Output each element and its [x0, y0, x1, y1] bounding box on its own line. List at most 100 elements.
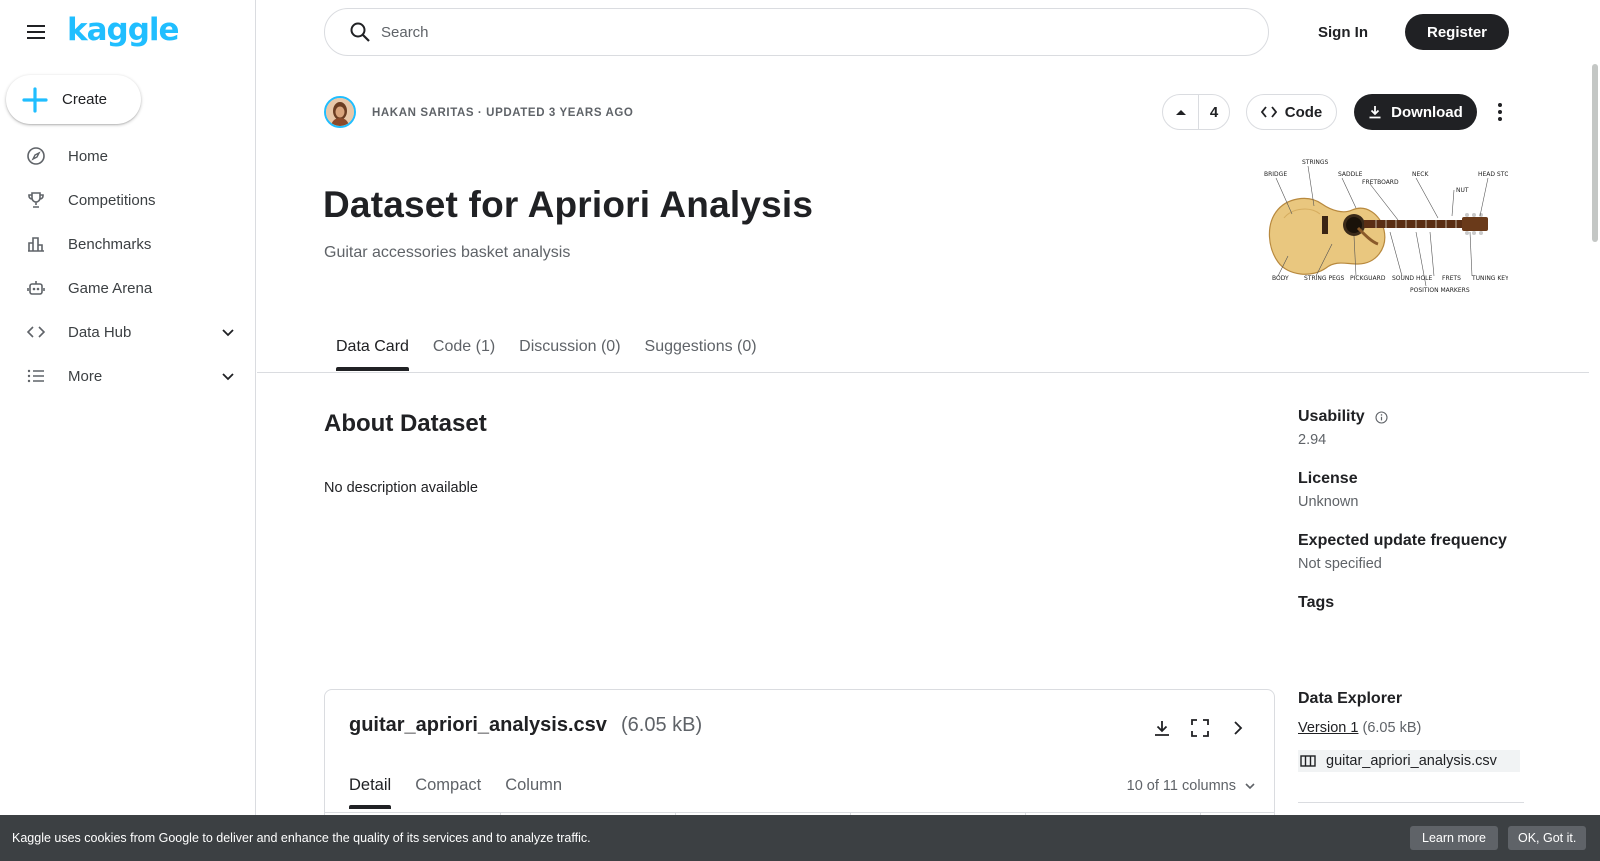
- update-frequency-value: Not specified: [1298, 556, 1382, 572]
- more-options-icon[interactable]: [1490, 98, 1510, 126]
- svg-text:FRETS: FRETS: [1442, 275, 1461, 282]
- explorer-file-name: guitar_apriori_analysis.csv: [1326, 753, 1497, 769]
- fullscreen-icon[interactable]: [1188, 716, 1212, 740]
- upvote-button[interactable]: 4: [1162, 94, 1230, 130]
- explorer-file-item[interactable]: guitar_apriori_analysis.csv: [1298, 750, 1520, 772]
- license-label: License: [1298, 470, 1358, 487]
- about-description: No description available: [324, 480, 478, 496]
- svg-text:SADDLE: SADDLE: [1338, 171, 1363, 178]
- dataset-tabs: Data Card Code (1) Discussion (0) Sugges…: [324, 328, 769, 371]
- cookie-banner: Kaggle uses cookies from Google to deliv…: [0, 815, 1600, 861]
- sidebar-item-game-arena[interactable]: Game Arena: [0, 266, 256, 310]
- register-button[interactable]: Register: [1405, 14, 1509, 50]
- sidebar-item-benchmarks[interactable]: Benchmarks: [0, 222, 256, 266]
- search-input[interactable]: [381, 23, 1201, 41]
- code-brackets-icon: [26, 322, 46, 342]
- svg-text:HEAD STOCK: HEAD STOCK: [1478, 171, 1508, 178]
- search-bar[interactable]: [324, 8, 1269, 56]
- svg-text:FRETBOARD: FRETBOARD: [1362, 179, 1399, 186]
- info-icon[interactable]: [1375, 410, 1388, 424]
- svg-text:PICKGUARD: PICKGUARD: [1350, 275, 1386, 282]
- tab-detail[interactable]: Detail: [349, 776, 392, 809]
- sidebar-item-label: Benchmarks: [68, 235, 152, 253]
- cookie-text: Kaggle uses cookies from Google to deliv…: [12, 831, 591, 845]
- sidebar-item-data-hub[interactable]: Data Hub: [0, 310, 256, 354]
- chevron-down-icon[interactable]: [220, 368, 236, 384]
- code-button-label: Code: [1284, 103, 1323, 121]
- svg-text:BODY: BODY: [1272, 275, 1289, 282]
- svg-text:BRIDGE: BRIDGE: [1264, 171, 1287, 178]
- upvote-count: 4: [1209, 103, 1219, 121]
- file-name: guitar_apriori_analysis.csv: [349, 714, 607, 736]
- hamburger-menu-icon[interactable]: [24, 20, 48, 44]
- upvote-arrow-icon[interactable]: [1163, 95, 1199, 129]
- page-subtitle: Guitar accessories basket analysis: [324, 244, 571, 261]
- tab-code[interactable]: Code (1): [421, 328, 507, 368]
- scrollbar-thumb[interactable]: [1592, 64, 1598, 242]
- dataset-meta: Usability 2.94 License Unknown Expected …: [1298, 408, 1526, 634]
- avatar[interactable]: [324, 96, 356, 128]
- svg-text:POSITION MARKERS: POSITION MARKERS: [1410, 287, 1470, 294]
- update-frequency-label: Expected update frequency: [1298, 532, 1507, 549]
- code-button[interactable]: Code: [1246, 94, 1337, 130]
- kaggle-logo[interactable]: kaggle: [67, 12, 180, 48]
- license-value: Unknown: [1298, 494, 1359, 510]
- chevron-down-icon: [1245, 783, 1255, 790]
- sidebar-item-home[interactable]: Home: [0, 134, 256, 178]
- dataset-byline: HAKAN SARITAS · UPDATED 3 YEARS AGO: [372, 107, 634, 119]
- search-icon: [350, 22, 370, 42]
- svg-text:TUNING KEYS: TUNING KEYS: [1471, 275, 1508, 282]
- svg-text:NUT: NUT: [1456, 187, 1469, 194]
- columns-count: 10 of 11 columns: [1126, 778, 1236, 794]
- svg-text:STRING PEGS: STRING PEGS: [1304, 275, 1345, 282]
- columns-selector[interactable]: 10 of 11 columns: [1127, 778, 1256, 794]
- usability-label: Usability: [1298, 408, 1365, 425]
- chevron-right-icon[interactable]: [1226, 716, 1250, 740]
- data-explorer: Data Explorer Version 1 (6.05 kB) guitar…: [1298, 690, 1524, 803]
- sidebar-item-more[interactable]: More: [0, 354, 256, 398]
- table-columns-icon: [1300, 755, 1316, 767]
- learn-more-button[interactable]: Learn more: [1410, 826, 1498, 850]
- robot-icon: [26, 278, 46, 298]
- usability-value: 2.94: [1298, 432, 1327, 448]
- download-file-icon[interactable]: [1150, 716, 1174, 740]
- accept-cookies-button[interactable]: OK, Got it.: [1508, 826, 1587, 850]
- sidebar-item-label: Data Hub: [68, 323, 132, 341]
- plus-icon: [22, 86, 48, 113]
- tab-compact[interactable]: Compact: [415, 776, 481, 805]
- version-link[interactable]: Version 1: [1298, 720, 1358, 736]
- chevron-down-icon[interactable]: [220, 324, 236, 340]
- tabs-divider: [257, 372, 1589, 373]
- create-button-label: Create: [62, 91, 108, 108]
- svg-text:STRINGS: STRINGS: [1302, 159, 1329, 166]
- data-explorer-heading: Data Explorer: [1298, 690, 1403, 707]
- sidebar-item-label: Home: [68, 147, 109, 165]
- about-heading: About Dataset: [324, 410, 487, 437]
- sidebar-nav: Home Competitions Benchmarks Game Arena …: [0, 134, 256, 398]
- tab-discussion[interactable]: Discussion (0): [507, 328, 632, 368]
- sidebar-item-label: Game Arena: [68, 279, 153, 297]
- tab-data-card[interactable]: Data Card: [324, 328, 421, 371]
- compass-icon: [26, 146, 46, 166]
- dataset-thumbnail-image: BRIDGE STRINGS SADDLE FRETBOARD NECK NUT HEAD…: [1258, 158, 1518, 298]
- tab-suggestions[interactable]: Suggestions (0): [633, 328, 769, 368]
- svg-text:SOUND HOLE: SOUND HOLE: [1392, 275, 1433, 282]
- sign-in-button[interactable]: Sign In: [1310, 14, 1376, 50]
- download-button[interactable]: Download: [1354, 94, 1477, 130]
- version-size: (6.05 kB): [1362, 720, 1422, 736]
- tab-column[interactable]: Column: [505, 776, 562, 805]
- sidebar-item-competitions[interactable]: Competitions: [0, 178, 256, 222]
- bar-chart-icon: [26, 234, 46, 254]
- code-icon: [1260, 106, 1277, 118]
- create-button[interactable]: Create: [6, 75, 141, 124]
- page-title: Dataset for Apriori Analysis: [323, 184, 814, 225]
- sidebar-item-label: Competitions: [68, 191, 156, 209]
- table-header-border: [325, 812, 1274, 813]
- download-icon: [1369, 106, 1381, 119]
- list-icon: [26, 366, 46, 386]
- svg-text:NECK: NECK: [1412, 171, 1429, 178]
- sidebar-item-label: More: [68, 367, 103, 385]
- download-button-label: Download: [1391, 103, 1463, 121]
- file-size: (6.05 kB): [621, 714, 703, 736]
- tags-label: Tags: [1298, 594, 1335, 611]
